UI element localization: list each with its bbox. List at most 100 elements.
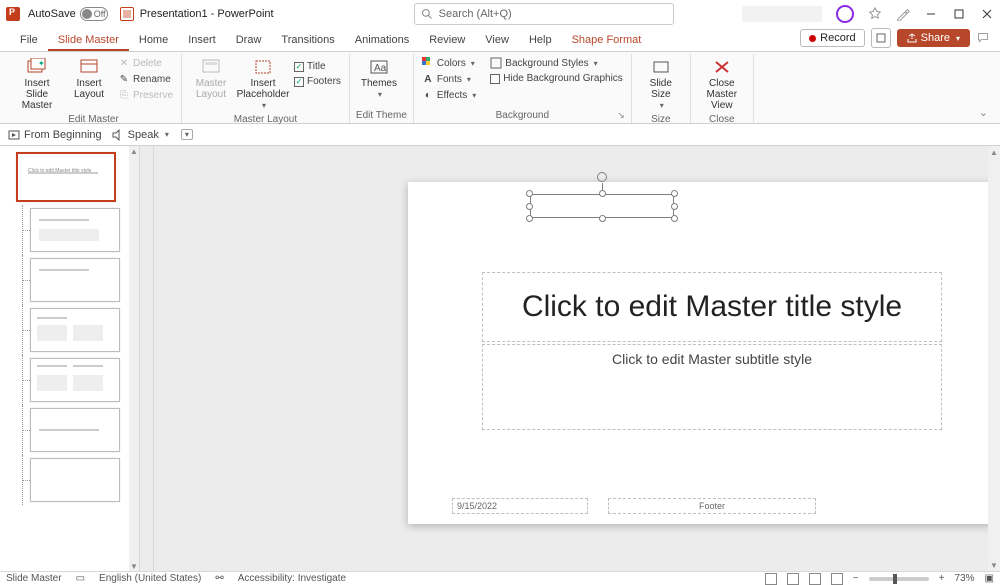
selected-shape[interactable]	[530, 194, 674, 218]
tab-help[interactable]: Help	[519, 30, 562, 51]
tab-transitions[interactable]: Transitions	[271, 30, 344, 51]
tab-animations[interactable]: Animations	[345, 30, 419, 51]
group-close: Close Master View Close	[691, 54, 754, 123]
close-window-button[interactable]	[980, 7, 994, 21]
tab-view[interactable]: View	[475, 30, 519, 51]
coming-soon-icon[interactable]	[868, 7, 882, 21]
date-placeholder[interactable]: 9/15/2022	[452, 498, 588, 514]
comments-icon[interactable]	[976, 31, 990, 45]
normal-view-icon[interactable]	[765, 573, 777, 585]
reading-view-icon[interactable]	[809, 573, 821, 585]
rotation-handle-icon[interactable]	[597, 172, 607, 182]
insert-layout-button[interactable]: Insert Layout	[66, 56, 112, 102]
search-placeholder: Search (Alt+Q)	[439, 8, 512, 20]
sorter-view-icon[interactable]	[787, 573, 799, 585]
powerpoint-app-icon	[6, 7, 20, 21]
close-master-view-button[interactable]: Close Master View	[697, 56, 747, 113]
group-master-layout: Master Layout Insert Placeholder▾ Title …	[182, 54, 350, 123]
title-checkbox[interactable]: Title	[292, 60, 343, 73]
slide-size-button[interactable]: Slide Size▾	[638, 56, 684, 113]
record-button[interactable]: Record	[800, 29, 864, 47]
status-language[interactable]: English (United States)	[99, 573, 201, 584]
resize-handle[interactable]	[599, 190, 606, 197]
vertical-scrollbar[interactable]: ▲▼	[988, 146, 1000, 571]
resize-handle[interactable]	[671, 203, 678, 210]
group-edit-master: ✦ Insert Slide Master Insert Layout ✕Del…	[6, 54, 182, 123]
delete-button[interactable]: ✕Delete	[116, 56, 175, 70]
title-placeholder[interactable]: Click to edit Master title style	[482, 272, 942, 342]
qat-customize[interactable]: ▾	[179, 129, 193, 140]
layout-thumbnail-3[interactable]	[16, 308, 125, 352]
master-thumbnail[interactable]: Click to edit Master title style	[16, 152, 125, 202]
tab-home[interactable]: Home	[129, 30, 178, 51]
themes-button[interactable]: Aa Themes▾	[356, 56, 402, 102]
insert-placeholder-button[interactable]: Insert Placeholder▾	[238, 56, 288, 113]
zoom-slider[interactable]	[869, 577, 929, 581]
zoom-level[interactable]: 73%	[955, 573, 975, 584]
slide-master-canvas[interactable]: Click to edit Master title style Click t…	[408, 182, 988, 524]
group-edit-theme: Aa Themes▾ Edit Theme	[350, 54, 414, 123]
group-label-edit-theme: Edit Theme	[356, 109, 407, 123]
insert-slide-master-button[interactable]: ✦ Insert Slide Master	[12, 56, 62, 113]
rename-button[interactable]: ✎Rename	[116, 72, 175, 86]
minimize-button[interactable]	[924, 7, 938, 21]
tab-insert[interactable]: Insert	[178, 30, 226, 51]
preserve-button[interactable]: ⎘Preserve	[116, 88, 175, 102]
layout-thumbnail-6[interactable]	[16, 458, 125, 502]
status-lang-icon[interactable]: ▭	[76, 573, 85, 584]
layout-thumbnail-2[interactable]	[16, 258, 125, 302]
layout-thumbnail-4[interactable]	[16, 358, 125, 402]
resize-handle[interactable]	[526, 190, 533, 197]
group-label-background: Background↘	[420, 109, 625, 123]
resize-handle[interactable]	[671, 215, 678, 222]
maximize-button[interactable]	[952, 7, 966, 21]
title-bar: AutoSave Off Presentation1 - PowerPoint …	[0, 0, 1000, 28]
tab-file[interactable]: File	[10, 30, 48, 51]
speak-button[interactable]: Speak▾	[112, 129, 169, 141]
layout-thumbnail-1[interactable]	[16, 208, 125, 252]
group-label-master-layout: Master Layout	[188, 113, 343, 127]
collapse-ribbon-icon[interactable]: ⌄	[973, 102, 994, 123]
status-accessibility[interactable]: Accessibility: Investigate	[238, 573, 346, 584]
svg-text:✦: ✦	[38, 59, 45, 68]
resize-handle[interactable]	[526, 215, 533, 222]
resize-handle[interactable]	[599, 215, 606, 222]
from-beginning-button[interactable]: From Beginning	[8, 129, 102, 141]
tab-slide-master[interactable]: Slide Master	[48, 30, 129, 51]
tab-draw[interactable]: Draw	[226, 30, 272, 51]
thumbnail-scrollbar[interactable]: ▲▼	[129, 146, 139, 571]
effects-button[interactable]: ◐Effects▾	[420, 88, 478, 102]
background-styles-button[interactable]: Background Styles▾	[488, 56, 625, 70]
subtitle-placeholder[interactable]: Click to edit Master subtitle style	[482, 344, 942, 430]
fit-to-window-icon[interactable]: ▣	[985, 573, 994, 584]
record-dot-icon	[809, 35, 816, 42]
background-launcher-icon[interactable]: ↘	[617, 110, 625, 121]
resize-handle[interactable]	[526, 203, 533, 210]
layout-thumbnail-5[interactable]	[16, 408, 125, 452]
tab-shape-format[interactable]: Shape Format	[562, 30, 652, 51]
group-size: Slide Size▾ Size	[632, 54, 691, 123]
accessibility-icon[interactable]: ⚯	[215, 573, 223, 584]
save-icon[interactable]	[120, 7, 134, 21]
autosave-toggle[interactable]: Off	[80, 7, 108, 21]
hide-background-checkbox[interactable]: Hide Background Graphics	[488, 72, 625, 85]
ink-icon[interactable]	[896, 7, 910, 21]
resize-handle[interactable]	[671, 190, 678, 197]
zoom-out-button[interactable]: −	[853, 573, 859, 584]
fonts-button[interactable]: AFonts▾	[420, 72, 478, 86]
colors-button[interactable]: Colors▾	[420, 56, 478, 70]
share-button[interactable]: Share▾	[897, 29, 970, 47]
master-layout-button[interactable]: Master Layout	[188, 56, 234, 102]
autosave-state: Off	[94, 9, 106, 19]
search-icon	[421, 8, 433, 20]
zoom-in-button[interactable]: +	[939, 573, 945, 584]
search-box[interactable]: Search (Alt+Q)	[414, 3, 674, 25]
account-area[interactable]	[742, 6, 822, 22]
share-label: Share	[921, 32, 950, 44]
tab-review[interactable]: Review	[419, 30, 475, 51]
footer-placeholder[interactable]: Footer	[608, 498, 816, 514]
footers-checkbox[interactable]: Footers	[292, 75, 343, 88]
ribbon-display-options[interactable]	[871, 28, 891, 48]
slideshow-view-icon[interactable]	[831, 573, 843, 585]
account-avatar-icon[interactable]	[836, 5, 854, 23]
